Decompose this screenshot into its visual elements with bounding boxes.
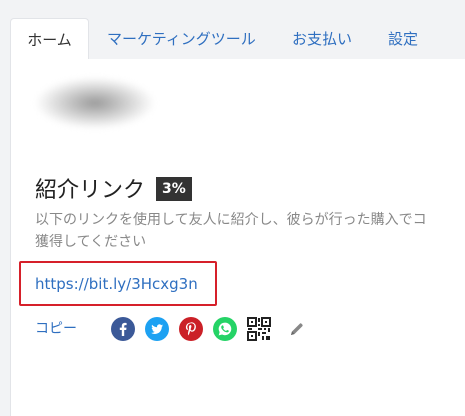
- referral-link-box: https://bit.ly/3Hcxg3n: [19, 261, 217, 306]
- tab-payments[interactable]: お支払い: [292, 18, 352, 60]
- facebook-icon[interactable]: [111, 317, 135, 341]
- blurred-avatar: [25, 75, 193, 155]
- edit-pencil-icon[interactable]: [289, 321, 305, 337]
- tab-settings[interactable]: 設定: [388, 18, 418, 60]
- whatsapp-icon[interactable]: [213, 317, 237, 341]
- tab-home[interactable]: ホーム: [10, 18, 89, 60]
- copy-button[interactable]: コピー: [35, 318, 77, 338]
- commission-percent-badge: 3%: [156, 177, 192, 201]
- pinterest-icon[interactable]: [179, 317, 203, 341]
- referral-description-line-2: 獲得してください: [35, 234, 147, 250]
- referral-description-line-1: 以下のリンクを使用して友人に紹介し、彼らが行った購入でコ: [35, 212, 427, 228]
- qr-code-icon[interactable]: [247, 317, 271, 341]
- tab-bar: ホーム マーケティングツール お支払い 設定: [0, 0, 465, 60]
- referral-link[interactable]: https://bit.ly/3Hcxg3n: [35, 275, 198, 293]
- home-panel: 紹介リンク 3% 以下のリンクを使用して友人に紹介し、彼らが行った購入でコ 獲得…: [10, 59, 465, 416]
- twitter-icon[interactable]: [145, 317, 169, 341]
- tab-marketing-tools[interactable]: マーケティングツール: [107, 18, 256, 60]
- referral-description: 以下のリンクを使用して友人に紹介し、彼らが行った購入でコ 獲得してください: [35, 209, 465, 253]
- referral-link-title: 紹介リンク: [35, 178, 146, 203]
